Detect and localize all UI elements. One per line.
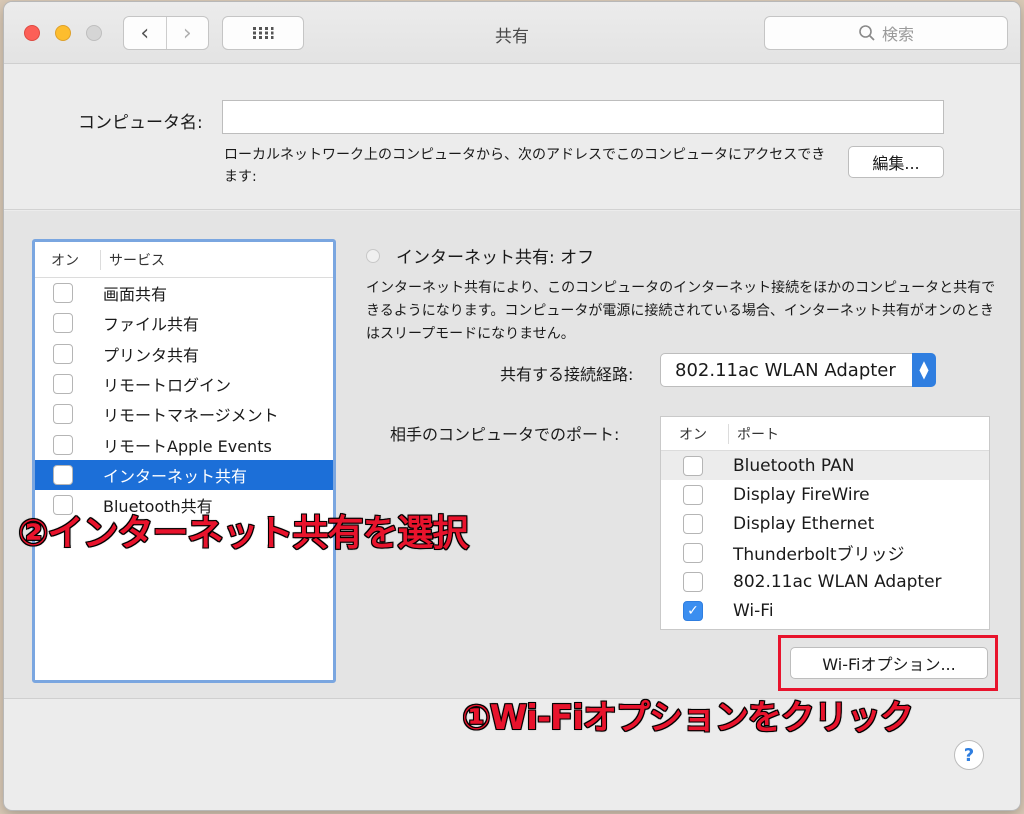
computer-name-section: コンピュータ名: ローカルネットワーク上のコンピュータから、次のアドレスでこのコ… [4,64,1020,210]
share-connection-value: 802.11ac WLAN Adapter [675,359,896,381]
service-label: リモートApple Events [103,436,272,456]
navigation-buttons: ‹ › [123,16,209,50]
port-row[interactable]: ✓ Wi-Fi [661,596,989,625]
ports-list-header: オン ポート [661,417,989,451]
service-checkbox[interactable] [53,343,73,364]
port-label: Wi-Fi [733,600,774,621]
share-connection-select[interactable]: 802.11ac WLAN Adapter ▲ ▼ [660,353,936,387]
chevron-right-icon: › [182,20,192,46]
forward-button[interactable]: › [165,17,209,49]
checkmark-icon: ✓ [687,602,699,619]
port-label: Bluetooth PAN [733,455,855,476]
service-row[interactable]: 画面共有 [35,278,333,308]
column-header-port[interactable]: ポート [729,424,779,444]
service-row[interactable]: ファイル共有 [35,308,333,338]
service-checkbox[interactable] [53,434,73,455]
service-checkbox[interactable] [53,313,73,334]
search-placeholder: 検索 [881,25,914,44]
zoom-window-button[interactable] [86,25,102,41]
annotation-step-2: ②インターネット共有を選択 [17,512,469,555]
service-label: リモートマネージメント [103,406,279,426]
port-label: 802.11ac WLAN Adapter [733,571,942,592]
internet-sharing-status: インターネット共有: オフ [396,248,595,268]
service-row[interactable]: リモートマネージメント [35,399,333,429]
search-icon [859,25,875,41]
port-checkbox[interactable] [683,542,703,563]
edit-button[interactable]: 編集... [848,146,944,178]
service-label: リモートログイン [103,376,232,396]
computer-name-label: コンピュータ名: [78,113,203,133]
back-button[interactable]: ‹ [124,17,166,49]
port-row[interactable]: Bluetooth PAN [661,451,989,480]
column-header-service[interactable]: サービス [101,250,165,270]
window-title: 共有 [495,27,529,47]
search-field[interactable]: 検索 [764,16,1008,50]
port-checkbox[interactable] [683,484,703,505]
service-checkbox[interactable] [53,404,73,425]
services-list-header: オン サービス [35,242,333,278]
sharing-main-section: オン サービス 画面共有 ファイル共有 プリンタ共有 リモートログイン リモート… [4,211,1020,699]
column-header-on[interactable]: オン [35,249,101,270]
ports-label: 相手のコンピュータでのポート: [390,425,620,444]
port-checkbox[interactable] [683,571,703,592]
port-row[interactable]: Display FireWire [661,480,989,509]
status-indicator-icon [366,249,380,263]
show-all-button[interactable] [222,16,304,50]
services-list: オン サービス 画面共有 ファイル共有 プリンタ共有 リモートログイン リモート… [32,239,336,683]
computer-name-input[interactable] [222,100,944,134]
port-row[interactable]: Thunderboltブリッジ [661,538,989,567]
service-label: 画面共有 [103,285,168,305]
port-row[interactable]: Display Ethernet [661,509,989,538]
highlight-box [778,635,998,691]
port-label: Display Ethernet [733,513,875,534]
port-checkbox[interactable] [683,513,703,534]
service-checkbox[interactable] [53,464,73,485]
service-row[interactable]: リモートApple Events [35,429,333,459]
share-connection-label: 共有する接続経路: [500,365,634,384]
ports-list: オン ポート Bluetooth PAN Display FireWire Di… [660,416,990,630]
port-label: Thunderboltブリッジ [733,545,905,565]
service-row[interactable]: プリンタ共有 [35,339,333,369]
port-row[interactable]: 802.11ac WLAN Adapter [661,567,989,596]
close-window-button[interactable] [24,25,40,41]
help-button[interactable]: ? [954,740,984,770]
annotation-step-1: ①Wi-Fiオプションをクリック [461,697,915,739]
service-checkbox[interactable] [53,283,73,304]
port-checkbox-checked[interactable]: ✓ [683,600,703,621]
column-header-on[interactable]: オン [661,423,729,444]
service-label: ファイル共有 [103,315,200,335]
chevron-left-icon: ‹ [140,20,150,46]
service-row-selected[interactable]: インターネット共有 [35,459,333,491]
system-preferences-window: ‹ › 共有 検索 コンピュータ名: ローカルネットワーク上のコンピュータから、… [4,2,1020,810]
port-label: Display FireWire [733,484,870,505]
minimize-window-button[interactable] [55,25,71,41]
computer-address-description: ローカルネットワーク上のコンピュータから、次のアドレスでこのコンピュータにアクセ… [224,147,826,185]
port-checkbox[interactable] [683,455,703,476]
service-label: プリンタ共有 [103,345,200,365]
show-all-grid-icon [253,27,274,39]
service-row[interactable]: リモートログイン [35,369,333,399]
title-bar: ‹ › 共有 検索 [4,2,1020,64]
updown-chevron-icon: ▲ ▼ [912,353,936,387]
internet-sharing-description: インターネット共有により、このコンピュータのインターネット接続をほかのコンピュー… [366,280,996,342]
service-label: インターネット共有 [103,466,248,486]
service-checkbox[interactable] [53,374,73,395]
